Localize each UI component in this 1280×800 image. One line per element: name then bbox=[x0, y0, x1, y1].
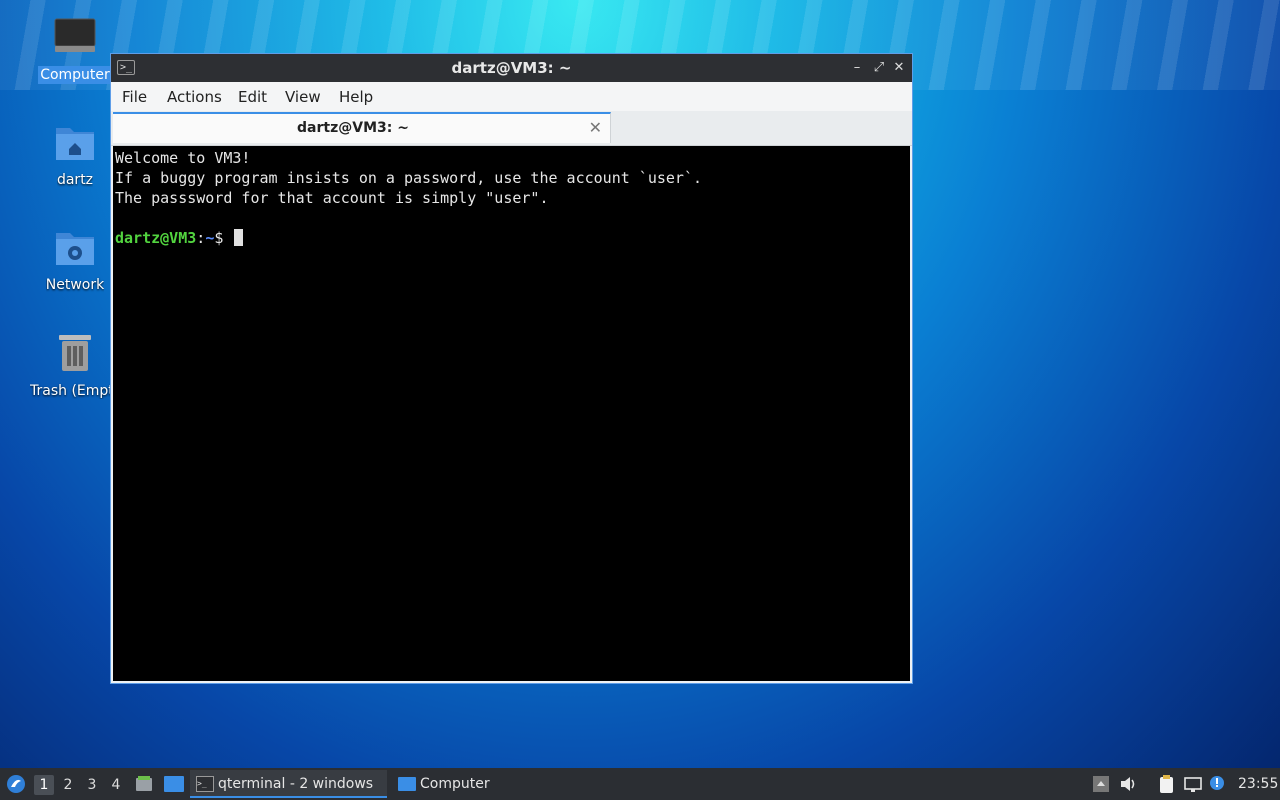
desktop-icon-label: dartz bbox=[56, 172, 94, 188]
task-qterminal[interactable]: >_ qterminal - 2 windows bbox=[190, 770, 387, 798]
tab-label: dartz@VM3: ~ bbox=[297, 120, 409, 136]
terminal-window: >_ dartz@VM3: ~ – ⤢ ✕ File Actions Edit … bbox=[110, 53, 913, 684]
terminal-output[interactable]: Welcome to VM3! If a buggy program insis… bbox=[113, 146, 910, 681]
task-computer[interactable]: Computer bbox=[392, 770, 532, 798]
terminal-icon: >_ bbox=[196, 776, 214, 792]
task-label: Computer bbox=[420, 776, 490, 792]
prompt-separator: : bbox=[196, 229, 206, 247]
prompt-user: dartz@VM3 bbox=[115, 229, 197, 247]
menu-bar: File Actions Edit View Help bbox=[111, 82, 912, 111]
terminal-line: If a buggy program insists on a password… bbox=[115, 169, 702, 187]
tab-terminal[interactable]: dartz@VM3: ~ ✕ bbox=[113, 112, 611, 143]
start-menu-icon[interactable] bbox=[6, 774, 26, 794]
desktop-icon-label: Network bbox=[45, 277, 105, 293]
trash-icon bbox=[59, 335, 91, 371]
prompt: dartz@VM3:~$ bbox=[115, 229, 244, 247]
prompt-symbol: $ bbox=[214, 229, 224, 247]
volume-icon[interactable] bbox=[1118, 774, 1138, 794]
tray-expand-icon[interactable] bbox=[1091, 774, 1111, 794]
close-button[interactable]: ✕ bbox=[890, 58, 908, 78]
network-folder-icon bbox=[56, 233, 94, 265]
maximize-button[interactable]: ⤢ bbox=[870, 58, 888, 78]
menu-edit[interactable]: Edit bbox=[238, 88, 267, 106]
tab-close-icon[interactable]: ✕ bbox=[589, 118, 602, 137]
workspace-4[interactable]: 4 bbox=[106, 775, 126, 795]
prompt-path: ~ bbox=[205, 229, 215, 247]
workspace-3[interactable]: 3 bbox=[82, 775, 102, 795]
computer-icon bbox=[54, 18, 96, 52]
minimize-button[interactable]: – bbox=[848, 58, 866, 78]
window-title: dartz@VM3: ~ bbox=[451, 59, 572, 77]
text-cursor bbox=[234, 229, 244, 246]
clipboard-icon[interactable] bbox=[1156, 774, 1176, 794]
terminal-line: Welcome to VM3! bbox=[115, 149, 251, 167]
menu-view[interactable]: View bbox=[285, 88, 321, 106]
home-folder-icon bbox=[56, 128, 94, 160]
file-manager-icon[interactable] bbox=[134, 774, 154, 794]
task-label: qterminal - 2 windows bbox=[218, 776, 374, 792]
notification-icon[interactable] bbox=[1208, 774, 1228, 794]
workspace-1[interactable]: 1 bbox=[34, 775, 54, 795]
window-titlebar[interactable]: >_ dartz@VM3: ~ – ⤢ ✕ bbox=[111, 54, 912, 82]
show-desktop-icon[interactable] bbox=[163, 775, 185, 793]
workspace-2[interactable]: 2 bbox=[58, 775, 78, 795]
folder-icon bbox=[398, 777, 416, 791]
desktop-icon-label: Trash (Empty) bbox=[30, 383, 120, 399]
menu-actions[interactable]: Actions bbox=[167, 88, 222, 106]
desktop-icon-label: Computer bbox=[38, 66, 112, 84]
menu-help[interactable]: Help bbox=[339, 88, 373, 106]
taskbar: 1 2 3 4 >_ qterminal - 2 windows Compute… bbox=[0, 768, 1280, 800]
network-tray-icon[interactable] bbox=[1183, 774, 1203, 794]
menu-file[interactable]: File bbox=[122, 88, 147, 106]
terminal-line: The passsword for that account is simply… bbox=[115, 189, 549, 207]
clock[interactable]: 23:55 bbox=[1238, 768, 1278, 800]
tab-bar: dartz@VM3: ~ ✕ bbox=[111, 111, 912, 146]
